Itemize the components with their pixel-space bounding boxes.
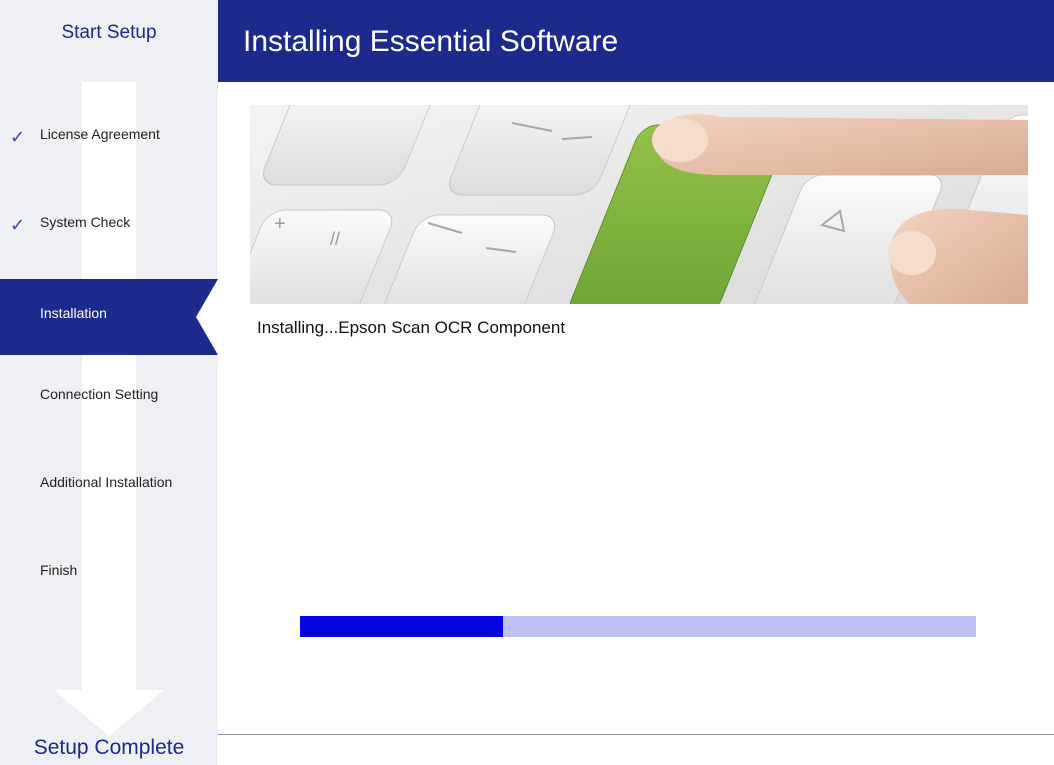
progress-arrow-head — [54, 690, 164, 736]
checkmark-icon: ✓ — [10, 215, 26, 235]
start-setup-label: Start Setup — [61, 22, 157, 43]
install-status-text: Installing...Epson Scan OCR Component — [257, 318, 566, 337]
step-label: Installation — [40, 305, 107, 321]
step-label: Connection Setting — [40, 386, 159, 402]
install-progress-fill — [300, 616, 503, 637]
step-installation-active: Installation — [0, 279, 218, 355]
step-finish: Finish — [0, 562, 218, 582]
checkmark-icon: ✓ — [10, 127, 26, 147]
steps-sidebar: Start Setup ✓ License Agreement ✓ System… — [0, 0, 218, 765]
step-label: System Check — [40, 214, 131, 230]
step-additional-installation: Additional Installation — [0, 474, 218, 494]
step-license-agreement: ✓ License Agreement — [0, 126, 218, 146]
step-label: Additional Installation — [40, 474, 173, 490]
svg-text:+: + — [274, 213, 286, 235]
keyboard-banner-image: + // — [250, 105, 1028, 304]
svg-text://: // — [330, 229, 340, 249]
step-system-check: ✓ System Check — [0, 214, 218, 234]
footer-divider — [218, 734, 1054, 735]
setup-complete-label: Setup Complete — [33, 736, 185, 759]
step-label: License Agreement — [40, 126, 160, 142]
install-progress-bar — [300, 616, 976, 637]
step-connection-setting: Connection Setting — [0, 386, 218, 406]
step-label: Finish — [40, 562, 78, 578]
page-header: Installing Essential Software — [218, 0, 1054, 82]
active-step-pointer — [196, 279, 218, 355]
page-title: Installing Essential Software — [243, 25, 619, 58]
